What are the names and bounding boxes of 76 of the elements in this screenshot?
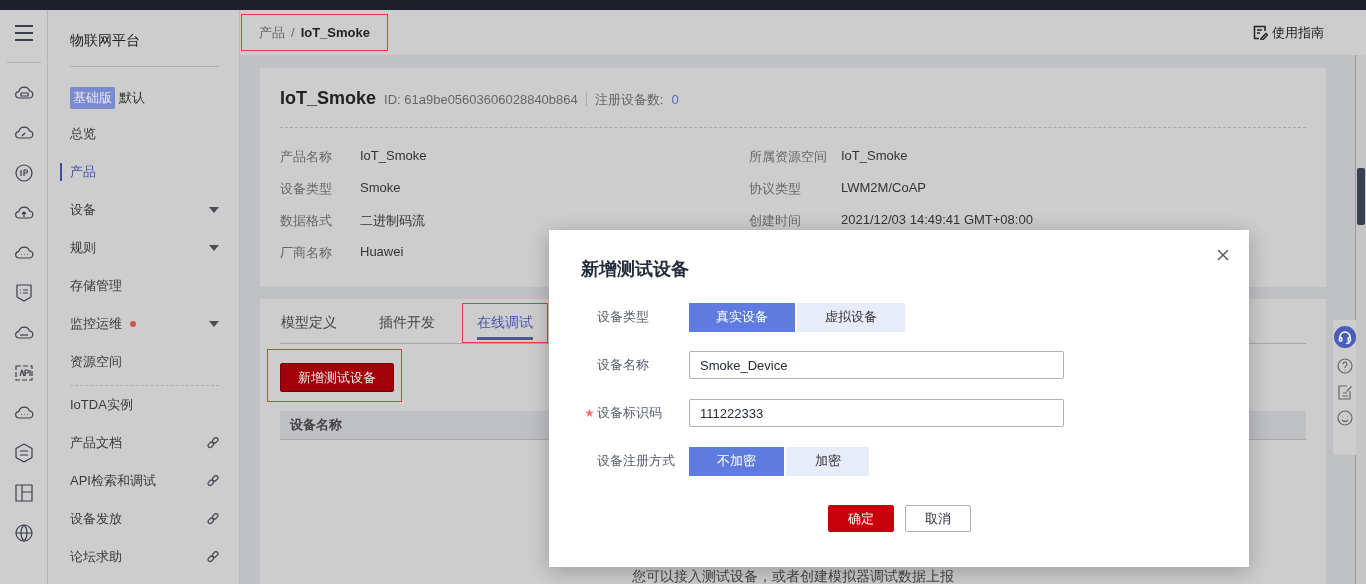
dialog-title: 新增测试设备: [581, 258, 690, 281]
caret-icon: [209, 321, 219, 327]
breadcrumb-link[interactable]: 产品: [259, 23, 285, 42]
globe-icon[interactable]: [12, 522, 35, 544]
field-value: Huawei: [360, 244, 404, 261]
caret-icon: [209, 207, 219, 213]
sidebar-item[interactable]: 产品文档: [60, 424, 219, 462]
registered-label: 注册设备数:: [594, 91, 664, 109]
layout-icon[interactable]: [12, 482, 35, 504]
link-icon: [207, 513, 219, 525]
sidebar-item[interactable]: 监控运维: [60, 305, 219, 343]
column-header: 设备名称: [290, 416, 342, 434]
hexagon-icon[interactable]: [12, 442, 35, 464]
edit-icon: [1253, 25, 1268, 40]
link-icon: [207, 551, 219, 563]
tab[interactable]: 插件开发: [364, 303, 450, 343]
product-id: ID: 61a9be05603606028840b864: [384, 92, 578, 107]
sidebar-item[interactable]: 产品: [60, 153, 219, 191]
headset-icon[interactable]: [1333, 326, 1356, 348]
scrollbar[interactable]: [1355, 55, 1366, 584]
frame-icon[interactable]: [12, 362, 35, 384]
add-device-button[interactable]: 新增测试设备: [280, 363, 394, 392]
option-button[interactable]: 加密: [786, 446, 869, 476]
input-field[interactable]: Smoke_Device: [689, 351, 1064, 379]
field-value: Smoke: [360, 180, 401, 197]
caret-icon: [209, 245, 219, 251]
field-label: 设备类型: [280, 180, 333, 198]
smiley-icon[interactable]: [1336, 410, 1353, 426]
option-button[interactable]: 真实设备: [689, 302, 795, 332]
circle-icon[interactable]: [12, 162, 35, 184]
sidebar-item[interactable]: IoTDA实例: [60, 386, 219, 424]
field-value: 二进制码流: [360, 212, 425, 230]
link-icon: [207, 475, 219, 487]
sidebar-item[interactable]: 论坛求助: [60, 538, 219, 576]
input-field[interactable]: 111222333: [689, 399, 1064, 427]
form-label: 设备标识码: [585, 404, 689, 422]
option-button[interactable]: 不加密: [689, 446, 784, 476]
empty-hint: 您可以接入测试设备，或者创建模拟器调试数据上报: [631, 568, 955, 584]
app-title: 物联网平台: [70, 31, 141, 50]
sidebar-item[interactable]: 规则: [60, 229, 219, 267]
sidebar-item[interactable]: 设备: [60, 191, 219, 229]
tab[interactable]: 在线调试: [462, 303, 548, 343]
form-label: 设备注册方式: [597, 452, 676, 470]
menu-icon[interactable]: [12, 22, 35, 44]
breadcrumb-separator: /: [291, 25, 295, 40]
field-label: 创建时间: [749, 212, 802, 230]
option-button[interactable]: 虚拟设备: [797, 302, 905, 332]
form-label: 设备名称: [597, 356, 650, 374]
cancel-button[interactable]: 取消: [905, 505, 971, 532]
sidebar-item[interactable]: 总览: [60, 115, 219, 153]
close-icon[interactable]: [1217, 249, 1229, 261]
field-label: 数据格式: [280, 212, 333, 230]
sidebar-item[interactable]: 资源空间: [60, 343, 219, 381]
field-label: 所属资源空间: [749, 148, 828, 166]
field-label: 协议类型: [749, 180, 802, 198]
edition-label: 默认: [119, 89, 145, 107]
sidebar-item[interactable]: 存储管理: [60, 267, 219, 305]
confirm-button[interactable]: 确定: [828, 505, 894, 532]
field-label: 厂商名称: [280, 244, 333, 262]
field-label: 产品名称: [280, 148, 333, 166]
tab[interactable]: 模型定义: [266, 303, 352, 343]
note-edit-icon[interactable]: [1336, 384, 1353, 400]
form-label: 设备类型: [597, 308, 650, 326]
field-value: LWM2M/CoAP: [841, 180, 926, 197]
field-value: 2021/12/03 14:49:41 GMT+08:00: [841, 212, 1033, 229]
registered-count: 0: [671, 92, 679, 107]
product-name: IoT_Smoke: [280, 88, 377, 109]
field-value: IoT_Smoke: [360, 148, 427, 165]
sidebar-item[interactable]: 设备发放: [60, 500, 219, 538]
link-icon: [207, 437, 219, 449]
help-icon[interactable]: [1336, 358, 1353, 374]
edition-badge: 基础版: [70, 87, 115, 109]
breadcrumb-current: IoT_Smoke: [300, 25, 370, 40]
sidebar-item[interactable]: API检索和调试: [60, 462, 219, 500]
guide-link[interactable]: 使用指南: [1253, 23, 1324, 42]
field-value: IoT_Smoke: [841, 148, 908, 165]
